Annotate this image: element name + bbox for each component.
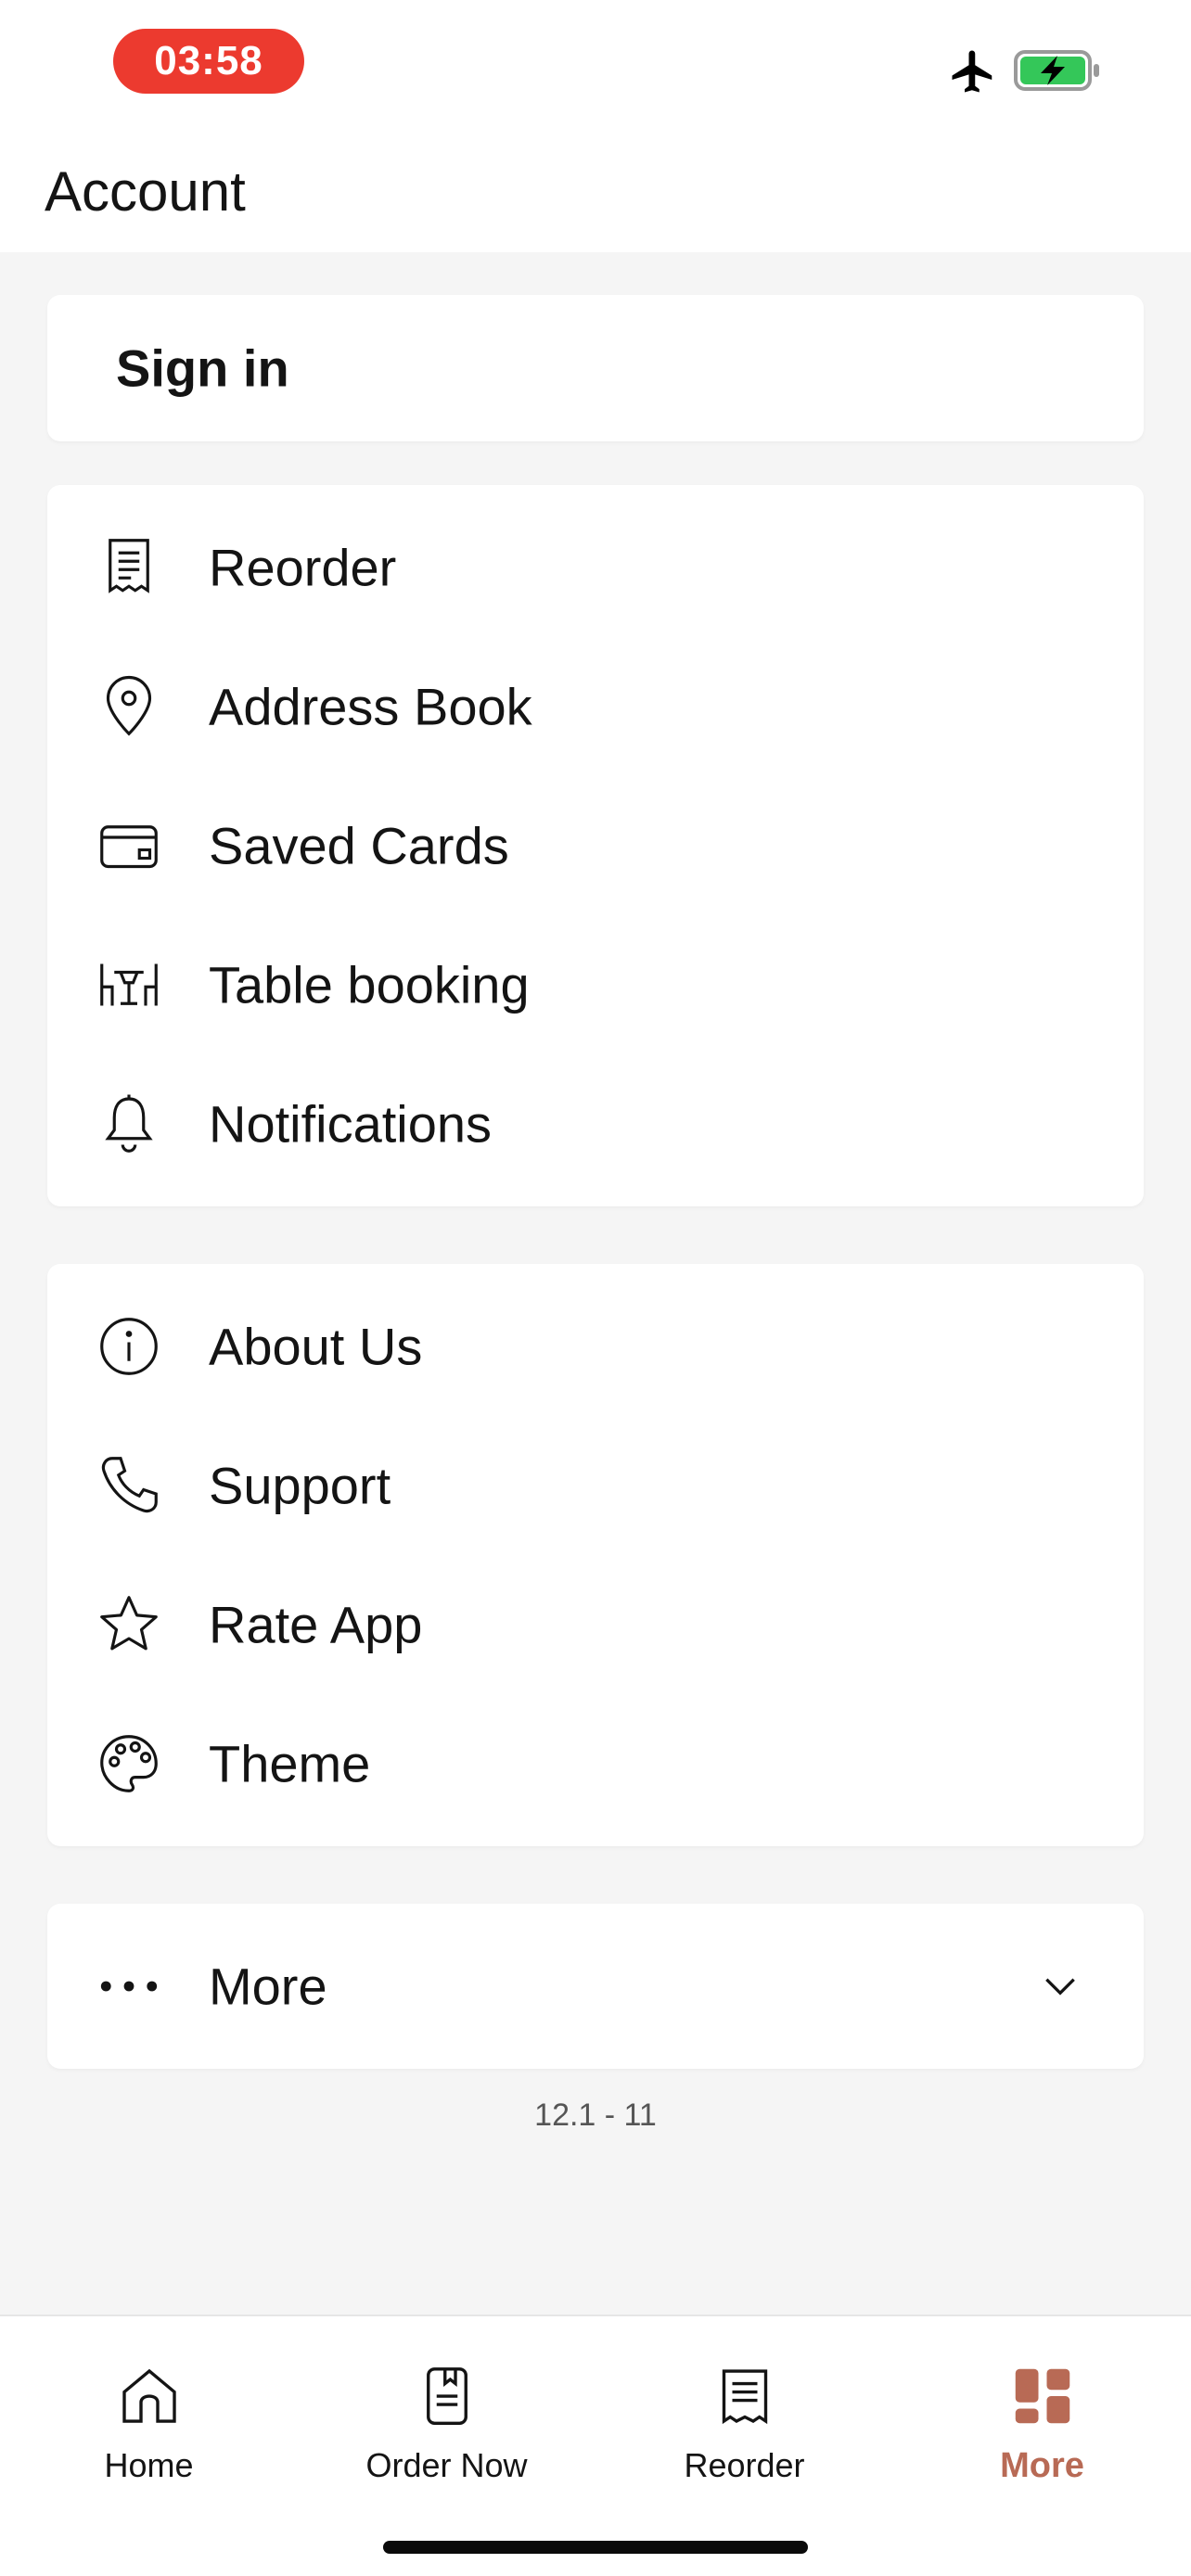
sign-in-card[interactable]: Sign in [47, 295, 1144, 441]
menu-item-rate-app[interactable]: Rate App [47, 1555, 1144, 1694]
info-icon [100, 1318, 158, 1375]
menu-item-label: Notifications [209, 1094, 493, 1154]
table-chairs-icon [100, 963, 158, 1006]
account-menu-card: Reorder Address Book Saved Cards Table b… [47, 485, 1144, 1206]
menu-item-label: Theme [209, 1734, 371, 1793]
menu-item-label: About Us [209, 1317, 423, 1376]
menu-item-notifications[interactable]: Notifications [47, 1054, 1144, 1193]
location-pin-icon [106, 675, 152, 736]
bottom-tab-bar: Home Order Now Reorder More [0, 2315, 1191, 2576]
more-card[interactable]: More [47, 1904, 1144, 2069]
tab-label: Home [104, 2446, 194, 2484]
tab-label: Order Now [365, 2446, 528, 2484]
tab-label: More [1000, 2446, 1084, 2485]
home-indicator [383, 2541, 808, 2554]
info-menu-card: About Us Support Rate App Theme [47, 1264, 1144, 1846]
star-icon [100, 1596, 158, 1651]
receipt-icon [722, 2369, 767, 2425]
tab-reorder[interactable]: Reorder [596, 2316, 893, 2502]
status-time[interactable]: 03:58 [113, 29, 304, 94]
chevron-down-icon[interactable] [1040, 1966, 1081, 2007]
page-title: Account [45, 160, 246, 223]
credit-card-icon [100, 825, 158, 869]
receipt-icon [109, 539, 149, 593]
menu-item-theme[interactable]: Theme [47, 1694, 1144, 1833]
bell-icon [105, 1094, 153, 1153]
menu-item-reorder[interactable]: Reorder [47, 498, 1144, 637]
menu-item-label: Support [209, 1456, 391, 1515]
tab-order-now[interactable]: Order Now [298, 2316, 596, 2502]
grid-icon [1015, 2368, 1069, 2424]
menu-item-table-booking[interactable]: Table booking [47, 915, 1144, 1054]
airplane-mode-icon [952, 50, 992, 93]
menu-item-support[interactable]: Support [47, 1416, 1144, 1555]
menu-item-saved-cards[interactable]: Saved Cards [47, 776, 1144, 915]
tab-home[interactable]: Home [0, 2316, 298, 2502]
tab-label: Reorder [684, 2446, 805, 2484]
home-icon [122, 2368, 176, 2423]
tab-more[interactable]: More [893, 2316, 1191, 2502]
menu-item-label: Address Book [209, 677, 532, 736]
top-area: 03:58 Account [0, 0, 1191, 252]
menu-book-icon [426, 2367, 467, 2425]
more-expander[interactable]: More [47, 1917, 1144, 2056]
account-screen: 03:58 Account Sign in Reorder Address Bo… [0, 0, 1191, 2576]
phone-icon [101, 1457, 158, 1513]
app-version: 12.1 - 11 [534, 2098, 657, 2133]
menu-item-about-us[interactable]: About Us [47, 1277, 1144, 1416]
menu-item-address-book[interactable]: Address Book [47, 637, 1144, 776]
menu-item-label: Reorder [209, 538, 397, 597]
menu-item-label: Table booking [209, 955, 530, 1014]
battery-charging-icon [1014, 50, 1099, 91]
palette-icon [100, 1735, 158, 1792]
menu-item-label: Saved Cards [209, 816, 509, 875]
menu-item-label: Rate App [209, 1595, 423, 1654]
more-label: More [209, 1957, 327, 2016]
sign-in-label: Sign in [116, 338, 289, 398]
ellipsis-icon [100, 1981, 158, 1992]
